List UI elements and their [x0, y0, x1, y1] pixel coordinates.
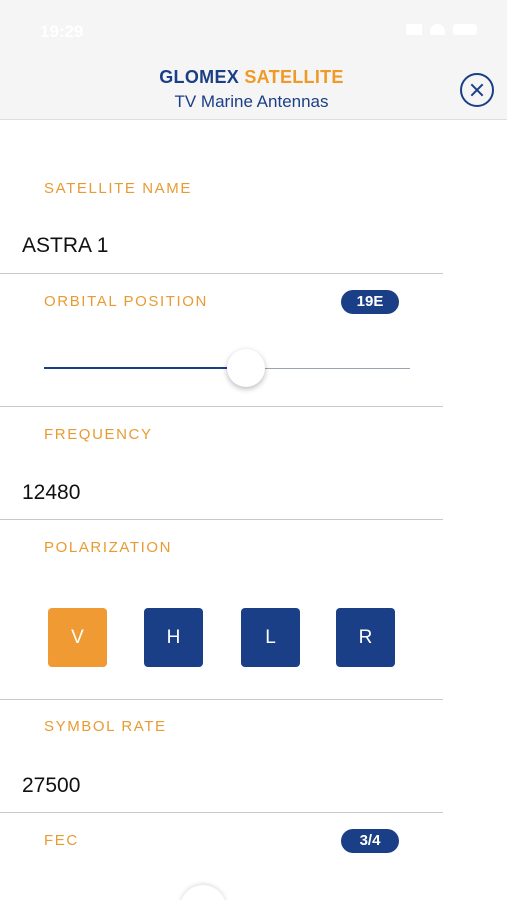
app-header: GLOMEX SATELLITE TV Marine Antennas: [0, 56, 507, 120]
polarization-l-button[interactable]: L: [241, 608, 300, 667]
orbital-position-slider-fill: [44, 367, 246, 369]
status-bar: 19:29: [0, 0, 507, 60]
satellite-name-field[interactable]: ASTRA 1: [22, 234, 108, 258]
orbital-position-slider-thumb[interactable]: [227, 349, 265, 387]
orbital-position-badge: 19E: [341, 290, 399, 314]
brand-subtitle: TV Marine Antennas: [174, 92, 329, 111]
polarization-v-button[interactable]: V: [48, 608, 107, 667]
brand-part-glomex: GLOMEX: [159, 67, 240, 87]
signal-icon: [406, 24, 422, 35]
close-icon[interactable]: [460, 73, 494, 107]
fec-slider-thumb[interactable]: [180, 885, 226, 900]
symbol-rate-field[interactable]: 27500: [22, 774, 80, 798]
symbol-rate-label: SYMBOL RATE: [44, 718, 167, 735]
wifi-icon: [430, 24, 445, 35]
polarization-r-button[interactable]: R: [336, 608, 395, 667]
divider: [0, 273, 443, 274]
divider: [0, 699, 443, 700]
frequency-field[interactable]: 12480: [22, 481, 80, 505]
battery-icon: [453, 24, 477, 35]
frequency-label: FREQUENCY: [44, 426, 153, 443]
fec-badge: 3/4: [341, 829, 399, 853]
status-time: 19:29: [40, 22, 84, 41]
polarization-h-button[interactable]: H: [144, 608, 203, 667]
polarization-label: POLARIZATION: [44, 539, 173, 556]
status-icons: [406, 24, 477, 35]
divider: [0, 519, 443, 520]
divider: [0, 812, 443, 813]
divider: [0, 406, 443, 407]
brand-part-satellite: SATELLITE: [244, 67, 344, 87]
brand-title: GLOMEX SATELLITE: [0, 67, 503, 88]
orbital-position-label: ORBITAL POSITION: [44, 293, 208, 310]
satellite-name-label: SATELLITE NAME: [44, 180, 192, 197]
fec-label: FEC: [44, 832, 79, 849]
